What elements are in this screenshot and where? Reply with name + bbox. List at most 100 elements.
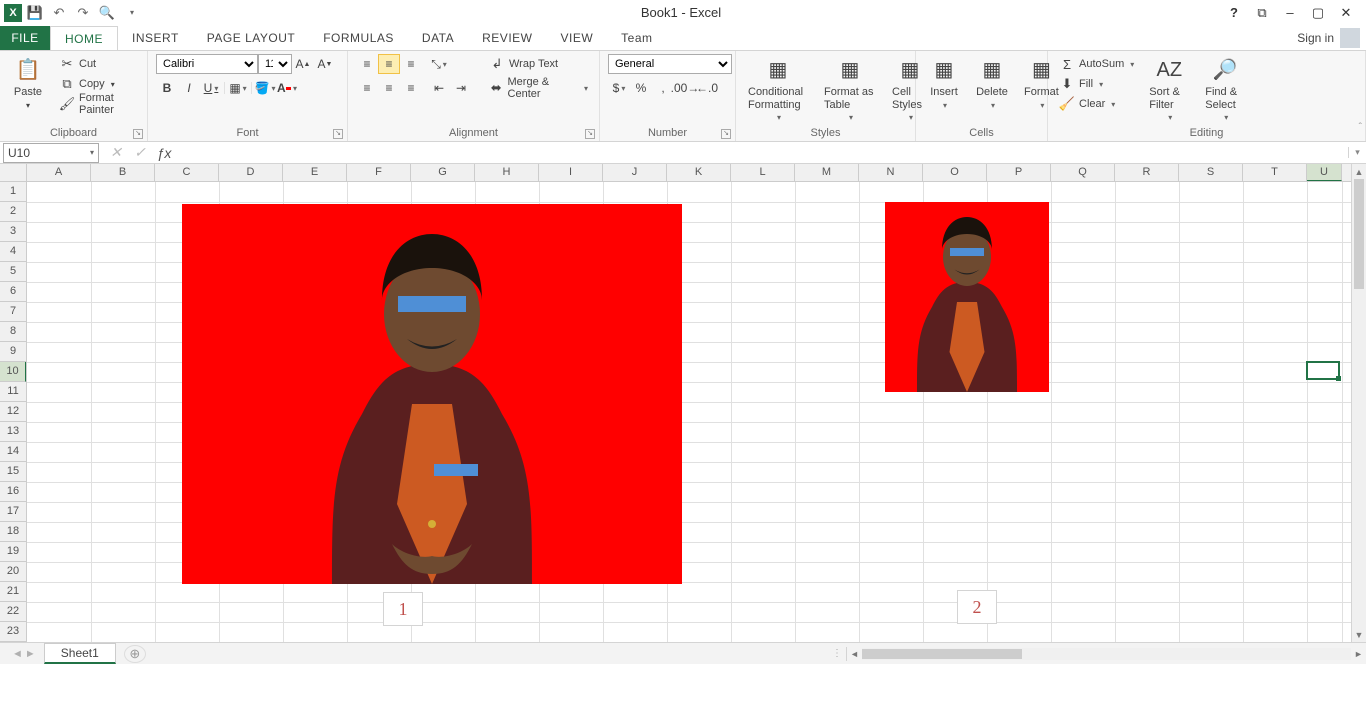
col-header-J[interactable]: J (603, 164, 667, 181)
row-header-3[interactable]: 3 (0, 222, 26, 242)
ribbon-display-options[interactable]: ⧉ (1248, 3, 1276, 23)
align-top-button[interactable]: ≡ (356, 54, 378, 74)
font-size-select[interactable]: 11 (258, 54, 292, 74)
qat-undo[interactable]: ↶ (48, 2, 70, 24)
align-bottom-button[interactable]: ≡ (400, 54, 422, 74)
align-right-button[interactable]: ≡ (400, 78, 422, 98)
row-header-1[interactable]: 1 (0, 182, 26, 202)
col-header-M[interactable]: M (795, 164, 859, 181)
row-header-14[interactable]: 14 (0, 442, 26, 462)
sheet-nav-next[interactable]: ► (25, 648, 36, 660)
col-header-T[interactable]: T (1243, 164, 1307, 181)
tab-insert[interactable]: INSERT (118, 26, 193, 50)
col-header-I[interactable]: I (539, 164, 603, 181)
row-header-8[interactable]: 8 (0, 322, 26, 342)
col-header-R[interactable]: R (1115, 164, 1179, 181)
decrease-decimal-button[interactable]: ←.0 (696, 78, 718, 98)
qat-print-preview[interactable]: 🔍 (96, 2, 118, 24)
tab-formulas[interactable]: FORMULAS (309, 26, 408, 50)
row-header-12[interactable]: 12 (0, 402, 26, 422)
row-headers[interactable]: 1234567891011121314151617181920212223 (0, 182, 27, 642)
col-header-B[interactable]: B (91, 164, 155, 181)
clear-button[interactable]: 🧹Clear (1056, 94, 1137, 114)
row-header-22[interactable]: 22 (0, 602, 26, 622)
col-header-A[interactable]: A (27, 164, 91, 181)
active-cell[interactable] (1306, 361, 1340, 380)
cancel-formula-button[interactable]: ✕ (105, 144, 127, 161)
sheet-nav-prev[interactable]: ◄ (12, 648, 23, 660)
sign-in-link[interactable]: Sign in (1297, 31, 1334, 45)
name-box[interactable]: U10▾ (3, 143, 99, 163)
row-header-23[interactable]: 23 (0, 622, 26, 642)
row-header-7[interactable]: 7 (0, 302, 26, 322)
col-header-O[interactable]: O (923, 164, 987, 181)
col-header-Q[interactable]: Q (1051, 164, 1115, 181)
indent-increase-button[interactable]: ⇥ (450, 78, 472, 98)
indent-decrease-button[interactable]: ⇤ (428, 78, 450, 98)
border-button[interactable]: ▦ (227, 78, 249, 98)
user-avatar-icon[interactable] (1340, 28, 1360, 48)
autosum-button[interactable]: ΣAutoSum (1056, 54, 1137, 74)
col-header-H[interactable]: H (475, 164, 539, 181)
italic-button[interactable]: I (178, 78, 200, 98)
vertical-scrollbar[interactable]: ▲▼ (1351, 164, 1366, 642)
select-all-corner[interactable] (0, 164, 27, 182)
align-left-button[interactable]: ≡ (356, 78, 378, 98)
sort-filter-button[interactable]: AZSort & Filter (1145, 54, 1193, 124)
copy-button[interactable]: ⧉Copy▾ (56, 74, 139, 94)
wrap-text-button[interactable]: ↲Wrap Text (486, 54, 591, 74)
col-header-S[interactable]: S (1179, 164, 1243, 181)
tab-team[interactable]: Team (607, 26, 666, 50)
merge-center-button[interactable]: ⬌Merge & Center (486, 78, 591, 98)
col-header-C[interactable]: C (155, 164, 219, 181)
underline-button[interactable]: U (200, 78, 222, 98)
row-header-21[interactable]: 21 (0, 582, 26, 602)
row-header-15[interactable]: 15 (0, 462, 26, 482)
help-button[interactable]: ? (1220, 3, 1248, 23)
conditional-formatting-button[interactable]: ▦Conditional Formatting (744, 54, 812, 124)
column-headers[interactable]: ABCDEFGHIJKLMNOPQRSTU (27, 164, 1351, 182)
col-header-K[interactable]: K (667, 164, 731, 181)
format-painter-button[interactable]: 🖌Format Painter (56, 94, 139, 114)
collapse-ribbon-button[interactable]: ˆ (1359, 122, 1362, 133)
tab-data[interactable]: DATA (408, 26, 468, 50)
col-header-G[interactable]: G (411, 164, 475, 181)
shrink-font-button[interactable]: A▼ (314, 54, 336, 74)
row-header-16[interactable]: 16 (0, 482, 26, 502)
number-format-select[interactable]: General (608, 54, 732, 74)
expand-formula-bar[interactable]: ▾ (1348, 147, 1366, 158)
percent-format-button[interactable]: % (630, 78, 652, 98)
embedded-picture-2[interactable] (885, 202, 1049, 392)
find-select-button[interactable]: 🔎Find & Select (1201, 54, 1249, 124)
fill-color-button[interactable]: 🪣 (254, 78, 276, 98)
cell-grid[interactable]: 12 (27, 182, 1351, 642)
row-header-4[interactable]: 4 (0, 242, 26, 262)
window-minimize[interactable]: – (1276, 3, 1304, 23)
qat-save[interactable]: 💾 (24, 2, 46, 24)
row-header-20[interactable]: 20 (0, 562, 26, 582)
increase-decimal-button[interactable]: .00→ (674, 78, 696, 98)
row-header-9[interactable]: 9 (0, 342, 26, 362)
fill-button[interactable]: ⬇Fill (1056, 74, 1137, 94)
tab-home[interactable]: HOME (50, 26, 118, 50)
tab-page-layout[interactable]: PAGE LAYOUT (193, 26, 309, 50)
grow-font-button[interactable]: A▲ (292, 54, 314, 74)
delete-cells-button[interactable]: ▦Delete (972, 54, 1012, 112)
qat-customize[interactable] (120, 2, 142, 24)
font-name-select[interactable]: Calibri (156, 54, 258, 74)
accounting-format-button[interactable]: $ (608, 78, 630, 98)
window-maximize[interactable]: ▢ (1304, 3, 1332, 23)
row-header-10[interactable]: 10 (0, 362, 26, 382)
alignment-dialog-launcher[interactable]: ↘ (585, 129, 595, 139)
align-middle-button[interactable]: ≡ (378, 54, 400, 74)
col-header-D[interactable]: D (219, 164, 283, 181)
clipboard-dialog-launcher[interactable]: ↘ (133, 129, 143, 139)
col-header-L[interactable]: L (731, 164, 795, 181)
formula-bar-input[interactable] (181, 143, 1348, 163)
row-header-18[interactable]: 18 (0, 522, 26, 542)
col-header-P[interactable]: P (987, 164, 1051, 181)
col-header-N[interactable]: N (859, 164, 923, 181)
insert-cells-button[interactable]: ▦Insert (924, 54, 964, 112)
row-header-2[interactable]: 2 (0, 202, 26, 222)
enter-formula-button[interactable]: ✓ (129, 144, 151, 161)
